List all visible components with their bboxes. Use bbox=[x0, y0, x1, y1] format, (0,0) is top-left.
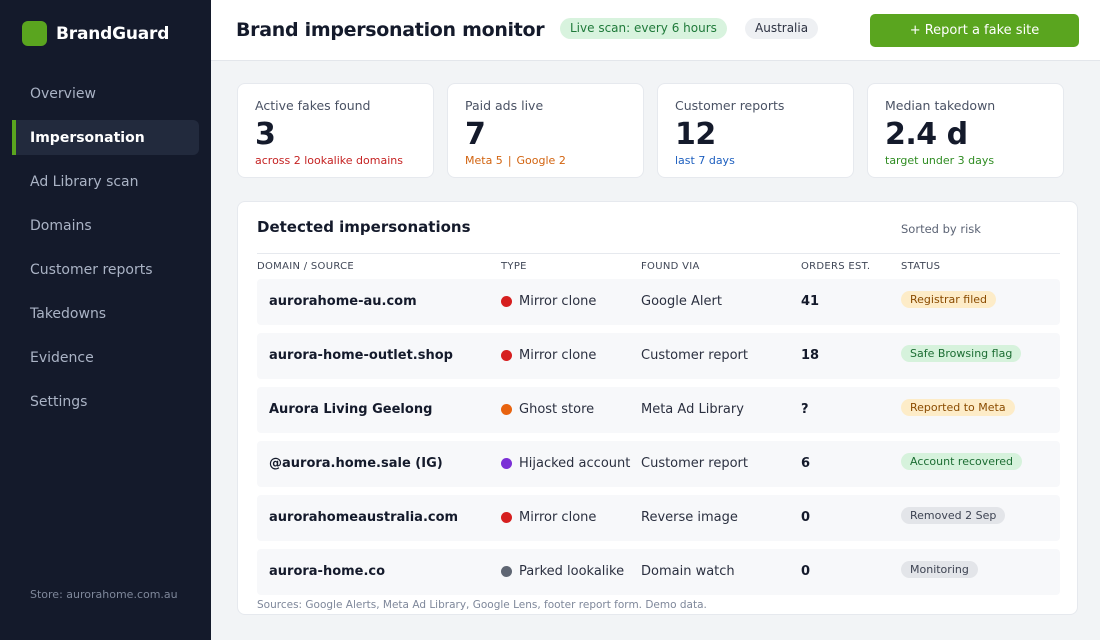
status-badge: Reported to Meta bbox=[901, 399, 1015, 416]
column-header-orders[interactable]: ORDERS EST. bbox=[801, 261, 870, 272]
sidebar-item-domains[interactable]: Domains bbox=[12, 208, 199, 243]
status-badge: Registrar filed bbox=[901, 291, 997, 308]
domain-cell: aurora-home-outlet.shop bbox=[269, 348, 453, 363]
type-cell: Ghost store bbox=[501, 402, 594, 417]
brand-name: BrandGuard bbox=[56, 23, 170, 44]
risk-dot-icon bbox=[501, 296, 512, 307]
sort-note[interactable]: Sorted by risk bbox=[901, 222, 981, 236]
orders-cell: 18 bbox=[801, 348, 820, 363]
orders-cell: 0 bbox=[801, 510, 811, 525]
risk-dot-icon bbox=[501, 512, 512, 523]
kpi-active-fakes: Active fakes found 3 across 2 lookalike … bbox=[237, 83, 434, 178]
type-cell: Hijacked account bbox=[501, 456, 630, 471]
type-label: Mirror clone bbox=[519, 348, 597, 363]
orders-cell: 6 bbox=[801, 456, 811, 471]
type-label: Mirror clone bbox=[519, 294, 597, 309]
report-fake-site-button[interactable]: + Report a fake site bbox=[870, 14, 1079, 47]
domain-cell: aurorahome-au.com bbox=[269, 294, 417, 309]
kpi-label: Median takedown bbox=[885, 98, 996, 113]
kpi-subtext: last 7 days bbox=[675, 154, 735, 167]
found-via-cell: Google Alert bbox=[641, 294, 722, 309]
kpi-value: 3 bbox=[255, 117, 276, 152]
found-via-cell: Customer report bbox=[641, 348, 748, 363]
region-badge: Australia bbox=[745, 18, 819, 39]
kpi-label: Customer reports bbox=[675, 98, 785, 113]
table-row[interactable]: @aurora.home.sale (IG) Hijacked account … bbox=[257, 441, 1060, 487]
orders-cell: 41 bbox=[801, 294, 820, 309]
table-row[interactable]: aurorahomeaustralia.com Mirror clone Rev… bbox=[257, 495, 1060, 541]
column-header-domain[interactable]: DOMAIN / SOURCE bbox=[257, 261, 354, 272]
risk-dot-icon bbox=[501, 458, 512, 469]
kpi-median-takedown: Median takedown 2.4 d target under 3 day… bbox=[867, 83, 1064, 178]
kpi-paid-ads: Paid ads live 7 Meta 5 | Google 2 bbox=[447, 83, 644, 178]
status-badge: Safe Browsing flag bbox=[901, 345, 1022, 362]
store-label: Store: aurorahome.com.au bbox=[30, 588, 178, 601]
sidebar-item-takedowns[interactable]: Takedowns bbox=[12, 296, 199, 331]
risk-dot-icon bbox=[501, 350, 512, 361]
impersonations-table-card: Detected impersonations Sorted by risk D… bbox=[237, 201, 1078, 615]
found-via-cell: Customer report bbox=[641, 456, 748, 471]
table-header: DOMAIN / SOURCE TYPE FOUND VIA ORDERS ES… bbox=[257, 253, 1060, 277]
brand[interactable]: BrandGuard bbox=[22, 21, 169, 46]
sidebar: BrandGuard Overview Impersonation Ad Lib… bbox=[0, 0, 211, 640]
kpi-value: 2.4 d bbox=[885, 117, 968, 152]
sidebar-item-evidence[interactable]: Evidence bbox=[12, 340, 199, 375]
brand-logo-icon bbox=[22, 21, 47, 46]
sidebar-item-ad-library-scan[interactable]: Ad Library scan bbox=[12, 164, 199, 199]
status-badge: Removed 2 Sep bbox=[901, 507, 1006, 524]
status-badge: Account recovered bbox=[901, 453, 1023, 470]
type-label: Mirror clone bbox=[519, 510, 597, 525]
column-header-status[interactable]: STATUS bbox=[901, 261, 940, 272]
domain-cell: Aurora Living Geelong bbox=[269, 402, 433, 417]
sidebar-item-customer-reports[interactable]: Customer reports bbox=[12, 252, 199, 287]
column-header-type[interactable]: TYPE bbox=[501, 261, 527, 272]
status-badge: Monitoring bbox=[901, 561, 978, 578]
risk-dot-icon bbox=[501, 404, 512, 415]
orders-cell: 0 bbox=[801, 564, 811, 579]
separator: | bbox=[507, 154, 512, 167]
google-ads-count: Google 2 bbox=[516, 154, 566, 167]
kpi-subtext: Meta 5 | Google 2 bbox=[465, 154, 626, 167]
type-label: Hijacked account bbox=[519, 456, 631, 471]
type-cell: Mirror clone bbox=[501, 348, 596, 363]
kpi-value: 7 bbox=[465, 117, 486, 152]
sidebar-item-overview[interactable]: Overview bbox=[12, 76, 199, 111]
sidebar-nav: Overview Impersonation Ad Library scan D… bbox=[12, 76, 199, 428]
domain-cell: aurora-home.co bbox=[269, 564, 386, 579]
sidebar-item-settings[interactable]: Settings bbox=[12, 384, 199, 419]
kpi-subtext: target under 3 days bbox=[885, 154, 995, 167]
type-cell: Mirror clone bbox=[501, 294, 596, 309]
sources-note: Sources: Google Alerts, Meta Ad Library,… bbox=[257, 599, 707, 611]
risk-dot-icon bbox=[501, 566, 512, 577]
header: Brand impersonation monitor Live scan: e… bbox=[211, 0, 1100, 61]
type-cell: Mirror clone bbox=[501, 510, 596, 525]
table-title: Detected impersonations bbox=[257, 218, 471, 236]
column-header-found-via[interactable]: FOUND VIA bbox=[641, 261, 700, 272]
page-title: Brand impersonation monitor bbox=[236, 19, 545, 41]
scan-frequency-badge: Live scan: every 6 hours bbox=[560, 18, 727, 39]
table-row[interactable]: Aurora Living Geelong Ghost store Meta A… bbox=[257, 387, 1060, 433]
domain-cell: aurorahomeaustralia.com bbox=[269, 510, 459, 525]
kpi-label: Active fakes found bbox=[255, 98, 371, 113]
found-via-cell: Reverse image bbox=[641, 510, 738, 525]
found-via-cell: Domain watch bbox=[641, 564, 735, 579]
domain-cell: @aurora.home.sale (IG) bbox=[269, 456, 443, 471]
kpi-subtext: across 2 lookalike domains bbox=[255, 154, 403, 167]
kpi-value: 12 bbox=[675, 117, 716, 152]
table-row[interactable]: aurorahome-au.com Mirror clone Google Al… bbox=[257, 279, 1060, 325]
type-label: Ghost store bbox=[519, 402, 595, 417]
table-row[interactable]: aurora-home-outlet.shop Mirror clone Cus… bbox=[257, 333, 1060, 379]
type-label: Parked lookalike bbox=[519, 564, 625, 579]
orders-cell: ? bbox=[801, 402, 809, 417]
kpi-label: Paid ads live bbox=[465, 98, 544, 113]
meta-ads-count: Meta 5 bbox=[465, 154, 503, 167]
sidebar-item-impersonation[interactable]: Impersonation bbox=[12, 120, 199, 155]
table-row[interactable]: aurora-home.co Parked lookalike Domain w… bbox=[257, 549, 1060, 595]
kpi-customer-reports: Customer reports 12 last 7 days bbox=[657, 83, 854, 178]
type-cell: Parked lookalike bbox=[501, 564, 624, 579]
found-via-cell: Meta Ad Library bbox=[641, 402, 744, 417]
